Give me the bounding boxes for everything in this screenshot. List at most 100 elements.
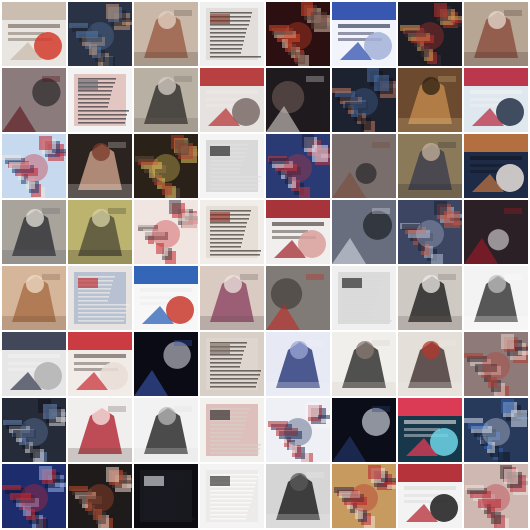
tile-art [398, 68, 462, 132]
tile-shape [78, 304, 129, 306]
tile-shape [422, 275, 440, 293]
sample-tile [332, 332, 396, 396]
tile-shape [431, 254, 443, 264]
tile-shape [169, 200, 181, 214]
sample-tile [266, 68, 330, 132]
tile-shape [108, 406, 126, 412]
tile-shape [108, 208, 126, 214]
sample-tile [398, 134, 462, 198]
tile-shape [210, 444, 261, 446]
tile-art [332, 332, 396, 396]
tile-shape [210, 428, 244, 430]
tile-art [464, 332, 528, 396]
tile-shape [356, 341, 374, 359]
tile-shape [464, 418, 483, 423]
tile-shape [144, 506, 177, 508]
tile-shape [56, 417, 66, 422]
tile-art [332, 134, 396, 198]
tile-shape [266, 382, 330, 396]
tile-shape [78, 98, 110, 100]
tile-shape [2, 485, 21, 490]
tile-shape [210, 156, 245, 158]
tile-shape [306, 340, 324, 346]
tile-shape [134, 266, 198, 284]
tile-shape [210, 494, 253, 496]
tile-shape [210, 486, 255, 488]
tile-shape [342, 312, 373, 314]
tile-shape [350, 484, 378, 512]
sample-tile [2, 464, 66, 528]
tile-shape [74, 354, 126, 358]
sample-tile [398, 398, 462, 462]
tile-shape [78, 300, 108, 302]
tile-shape [210, 408, 250, 410]
tile-shape [332, 382, 396, 396]
sample-tile [332, 68, 396, 132]
tile-shape [416, 220, 444, 248]
tile-shape [342, 320, 392, 322]
tile-art [464, 464, 528, 528]
tile-shape [78, 78, 116, 80]
tile-shape [295, 52, 305, 64]
tile-art [398, 464, 462, 528]
tile-shape [158, 11, 176, 29]
tile-shape [206, 90, 258, 94]
sample-grid [0, 0, 530, 530]
tile-shape [210, 354, 243, 356]
tile-shape [52, 149, 66, 153]
tile-shape [422, 341, 440, 359]
tile-shape [210, 146, 230, 156]
tile-shape [8, 354, 60, 358]
tile-shape [224, 275, 242, 293]
tile-shape [210, 32, 246, 34]
tile-shape [368, 465, 381, 479]
tile-shape [78, 80, 98, 90]
tile-shape [404, 494, 440, 497]
tile-shape [290, 341, 308, 359]
tile-shape [350, 88, 378, 116]
tile-shape [465, 485, 484, 490]
sample-tile [200, 68, 264, 132]
tile-art [266, 68, 330, 132]
tile-shape [498, 452, 510, 462]
sample-tile [266, 266, 330, 330]
sample-tile [134, 200, 198, 264]
tile-shape [210, 230, 245, 232]
tile-shape [162, 183, 172, 195]
tile-shape [470, 156, 522, 160]
tile-shape [92, 143, 110, 161]
tile-shape [158, 407, 176, 425]
tile-shape [210, 168, 241, 170]
tile-art [332, 2, 396, 66]
sample-tile [68, 2, 132, 66]
tile-shape [355, 162, 377, 184]
tile-shape [210, 222, 247, 224]
tile-art [200, 2, 264, 66]
sample-tile [68, 200, 132, 264]
tile-art [68, 464, 132, 528]
tile-shape [68, 448, 132, 462]
sample-tile [68, 266, 132, 330]
tile-shape [342, 296, 377, 298]
tile-art [266, 2, 330, 66]
tile-shape [210, 36, 245, 38]
tile-shape [175, 140, 189, 155]
sample-tile [266, 2, 330, 66]
tile-shape [206, 98, 242, 101]
tile-shape [504, 469, 518, 484]
tile-shape [372, 340, 390, 346]
tile-shape [372, 406, 390, 412]
sample-tile [200, 2, 264, 66]
tile-shape [144, 486, 182, 488]
tile-shape [470, 164, 506, 167]
sample-tile [2, 2, 66, 66]
tile-shape [78, 94, 111, 96]
tile-shape [312, 145, 328, 162]
tile-art [266, 134, 330, 198]
tile-shape [78, 320, 124, 322]
tile-shape [305, 402, 319, 417]
tile-shape [78, 122, 125, 124]
tile-shape [362, 210, 393, 240]
sample-tile [134, 134, 198, 198]
sample-tile [464, 2, 528, 66]
